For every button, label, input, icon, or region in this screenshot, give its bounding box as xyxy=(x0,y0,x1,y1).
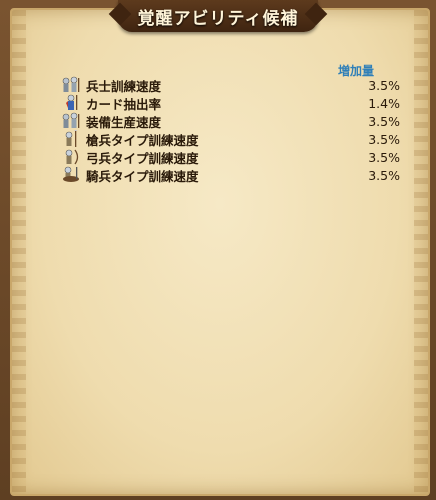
list-item: 槍兵タイプ訓練速度 3.5% xyxy=(60,129,400,148)
archer-icon xyxy=(60,148,82,166)
ability-value: 3.5% xyxy=(368,131,400,147)
ability-value: 1.4% xyxy=(368,95,400,111)
soldiers-icon xyxy=(60,76,82,94)
ability-value: 3.5% xyxy=(368,167,400,183)
list-item: 兵士訓練速度 3.5% xyxy=(60,76,400,94)
list-item: 騎兵タイプ訓練速度 3.5% xyxy=(60,166,400,184)
list-item: カード抽出率 1.4% xyxy=(60,94,400,112)
ability-value: 3.5% xyxy=(368,113,400,129)
ability-label: 兵士訓練速度 xyxy=(86,78,162,94)
parchment-edge-left xyxy=(12,10,26,494)
list-item: 弓兵タイプ訓練速度 3.5% xyxy=(60,148,400,166)
soldiers-icon xyxy=(60,112,82,130)
spearman-icon xyxy=(60,129,82,148)
title-bar: 覚醒アビリティ候補 xyxy=(118,0,318,32)
ability-label: 弓兵タイプ訓練速度 xyxy=(86,150,199,166)
ability-label: 槍兵タイプ訓練速度 xyxy=(86,132,199,148)
ability-value: 3.5% xyxy=(368,77,400,93)
list-item: 装備生産速度 3.5% xyxy=(60,112,400,130)
ability-label: 騎兵タイプ訓練速度 xyxy=(86,168,199,184)
ability-value: 3.5% xyxy=(368,149,400,165)
parchment-panel: 増加量 兵士訓練速度 3.5% カード抽出率 1.4% 装備生産速度 3.5% … xyxy=(10,8,430,496)
cavalry-icon xyxy=(60,166,82,184)
ability-list: 兵士訓練速度 3.5% カード抽出率 1.4% 装備生産速度 3.5% 槍兵タイ… xyxy=(60,76,400,184)
card-soldier-icon xyxy=(60,94,82,112)
parchment-edge-right xyxy=(414,10,428,494)
ability-label: 装備生産速度 xyxy=(86,114,162,130)
ability-label: カード抽出率 xyxy=(86,96,162,112)
window-title: 覚醒アビリティ候補 xyxy=(137,8,299,29)
window-frame: 増加量 兵士訓練速度 3.5% カード抽出率 1.4% 装備生産速度 3.5% … xyxy=(0,0,436,500)
